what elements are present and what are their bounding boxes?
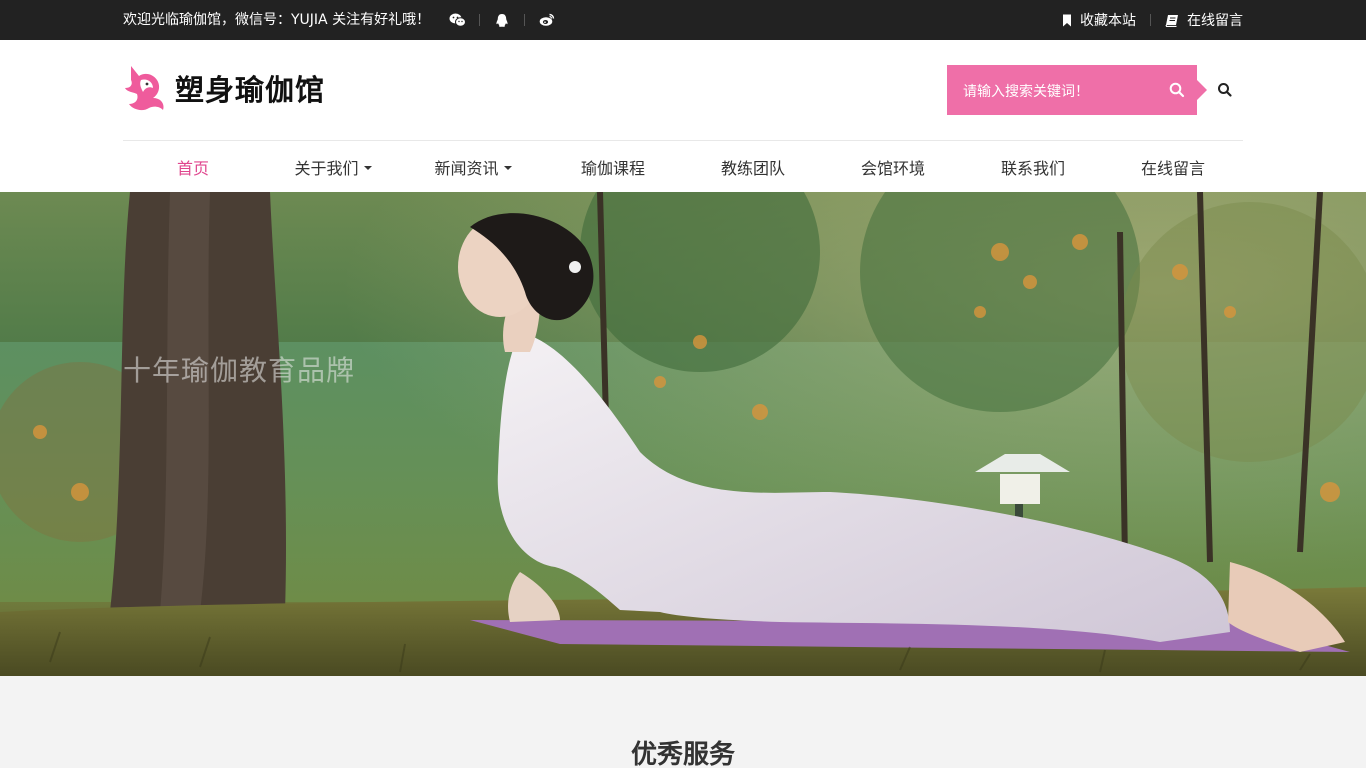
divider [479, 14, 480, 26]
banner-image [0, 192, 1366, 676]
divider [1150, 14, 1151, 26]
logo-text: 塑身瑜伽馆 [175, 73, 326, 107]
search-input[interactable]: 请输入搜索关键词！ [963, 81, 1089, 101]
message-label: 在线留言 [1187, 13, 1243, 29]
search-submit-icon[interactable] [1169, 82, 1185, 98]
section-title: 优秀服务 [630, 740, 735, 768]
book-icon [1165, 14, 1178, 27]
top-links: 收藏本站 在线留言 [1062, 11, 1243, 29]
main-nav: 首页 关于我们 新闻资讯 瑜伽课程 教练团队 会馆环境 联系我们 在线留言 [123, 141, 1243, 192]
search-icon[interactable] [1217, 82, 1233, 98]
nav-item-courses[interactable]: 瑜伽课程 [543, 141, 683, 192]
nav-item-contact[interactable]: 联系我们 [963, 141, 1103, 192]
nav-label: 在线留言 [1140, 158, 1205, 178]
fox-logo-icon [125, 66, 164, 111]
header: 塑身瑜伽馆 请输入搜索关键词！ 首页 关于我们 新闻资讯 瑜伽课程 教练团队 会… [0, 40, 1366, 192]
hero-banner: 十年瑜伽教育品牌 [0, 192, 1366, 676]
bookmark-label: 收藏本站 [1080, 13, 1136, 29]
nav-label: 瑜伽课程 [580, 158, 645, 178]
caret-down-icon [503, 165, 512, 170]
bookmark-link[interactable]: 收藏本站 [1062, 10, 1136, 30]
search-box: 请输入搜索关键词！ [947, 65, 1207, 115]
nav-item-news[interactable]: 新闻资讯 [403, 141, 543, 192]
nav-item-message[interactable]: 在线留言 [1103, 141, 1243, 192]
wechat-icon[interactable] [448, 11, 466, 29]
welcome-text: 欢迎光临瑜伽馆，微信号：YUJIA 关注有好礼哦！ [123, 12, 431, 28]
search-arrow [1197, 80, 1207, 100]
site-logo[interactable]: 塑身瑜伽馆 [123, 62, 325, 114]
message-link[interactable]: 在线留言 [1165, 10, 1243, 30]
weibo-icon[interactable] [538, 11, 556, 29]
nav-item-home[interactable]: 首页 [123, 141, 263, 192]
nav-label: 关于我们 [294, 158, 359, 178]
nav-item-about[interactable]: 关于我们 [263, 141, 403, 192]
caret-down-icon [363, 165, 372, 170]
nav-label: 首页 [176, 158, 209, 178]
nav-item-coaches[interactable]: 教练团队 [683, 141, 823, 192]
top-bar: 欢迎光临瑜伽馆，微信号：YUJIA 关注有好礼哦！ 收藏本站 在线留言 [0, 0, 1366, 41]
nav-item-environment[interactable]: 会馆环境 [823, 141, 963, 192]
qq-icon[interactable] [493, 11, 511, 29]
nav-label: 会馆环境 [860, 158, 925, 178]
social-links [448, 11, 556, 29]
nav-label: 联系我们 [1000, 158, 1065, 178]
banner-slogan: 十年瑜伽教育品牌 [123, 354, 356, 387]
divider [524, 14, 525, 26]
bookmark-icon [1063, 14, 1071, 26]
nav-label: 新闻资讯 [434, 158, 499, 178]
nav-label: 教练团队 [720, 158, 785, 178]
